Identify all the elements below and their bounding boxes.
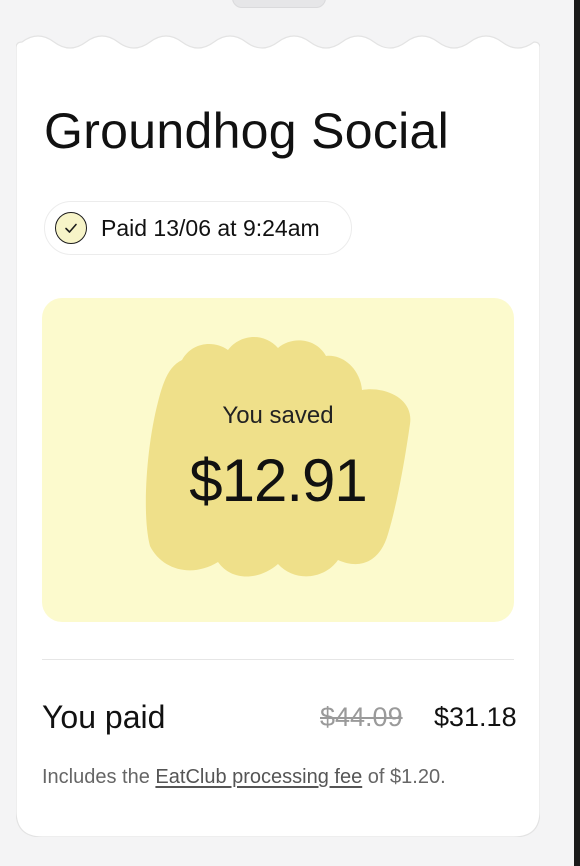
final-price: $31.18: [434, 702, 517, 732]
payment-status-badge: Paid 13/06 at 9:24am: [44, 201, 352, 255]
fee-note-suffix: of $1.20.: [367, 766, 446, 788]
savings-panel: You saved $12.91: [42, 298, 514, 622]
processing-fee-link[interactable]: EatClub processing fee: [155, 766, 362, 788]
original-price: $44.09: [320, 702, 403, 732]
sheet-drag-handle[interactable]: [232, 0, 326, 8]
venue-title: Groundhog Social: [44, 103, 450, 159]
receipt-card: Groundhog Social Paid 13/06 at 9:24am Yo…: [16, 30, 540, 837]
savings-amount: $12.91: [189, 447, 368, 514]
fee-note-prefix: Includes the: [42, 766, 150, 788]
fee-note: Includes the EatClub processing fee of $…: [42, 766, 446, 789]
payment-status-text: Paid 13/06 at 9:24am: [101, 214, 320, 241]
window-edge: [574, 0, 580, 866]
check-icon: [55, 212, 87, 244]
divider: [42, 659, 514, 660]
you-paid-label: You paid: [42, 699, 166, 735]
savings-label: You saved: [222, 402, 334, 429]
